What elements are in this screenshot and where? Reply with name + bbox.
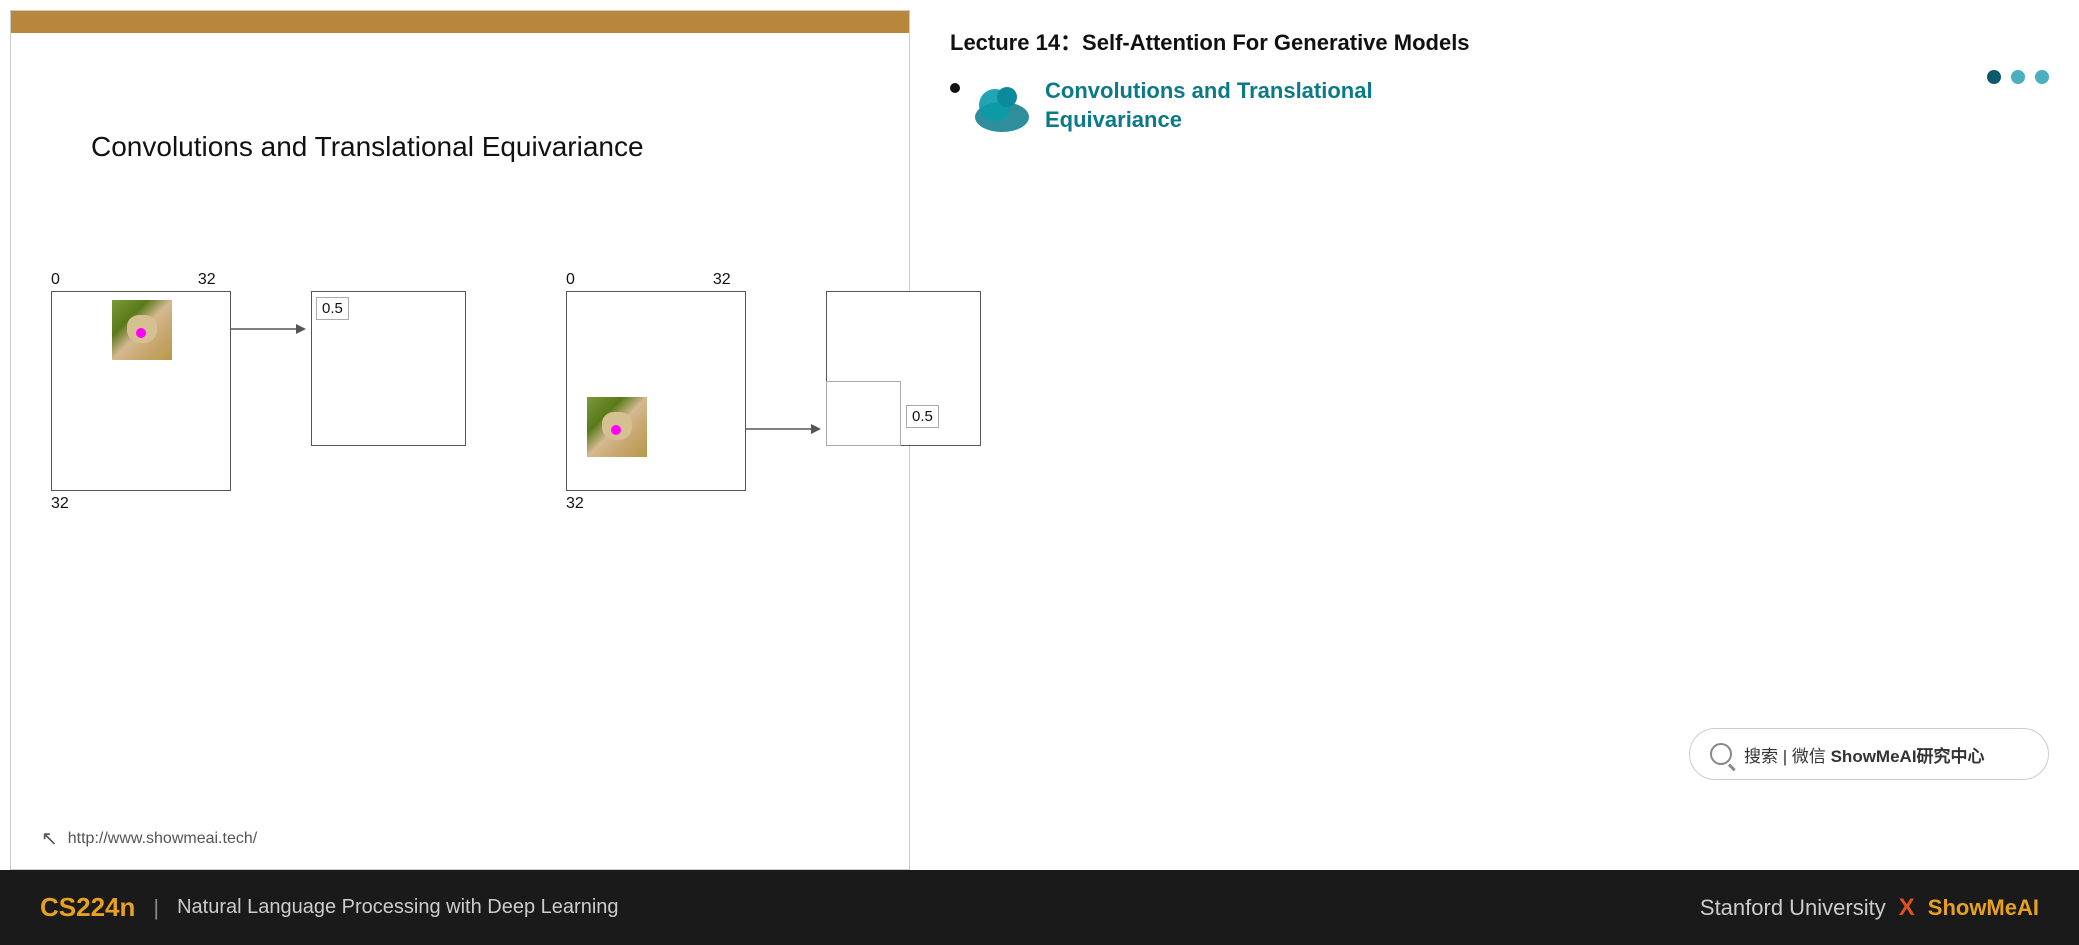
diagram2-labels-top: 0 32 (566, 271, 981, 289)
dog-inner-1 (112, 300, 172, 360)
pink-dot-2 (611, 425, 621, 435)
diagram1-box-left (51, 291, 231, 491)
arrow-svg-1 (231, 309, 311, 349)
bottom-right: Stanford University X ShowMeAI (1700, 894, 2039, 922)
diagram1-label-32-bottom: 32 (51, 495, 466, 513)
diagram1-value: 0.5 (316, 297, 349, 320)
right-panel: Lecture 14：Self-Attention For Generative… (920, 0, 2079, 870)
search-text: 搜索 | 微信 ShowMeAI研究中心 (1744, 742, 1985, 767)
toc-label-text: Convolutions and TranslationalEquivarian… (1045, 78, 1373, 132)
search-icon-handle (1728, 763, 1735, 770)
toc-item: Convolutions and TranslationalEquivarian… (950, 77, 2049, 134)
toc-label: Convolutions and TranslationalEquivarian… (1045, 77, 1373, 134)
diagram2-box-left (566, 291, 746, 491)
diagram2-boxes: 0.5 (566, 291, 981, 491)
bullet-dot (950, 83, 960, 93)
stanford-text: Stanford University (1700, 895, 1886, 921)
diagram-1: 0 32 (51, 271, 466, 513)
dog-inner-2 (587, 397, 647, 457)
slide-area: Convolutions and Translational Equivaria… (10, 10, 910, 870)
course-name: Natural Language Processing with Deep Le… (177, 896, 618, 919)
dog-image-2 (587, 397, 647, 457)
course-code: CS224n (40, 892, 135, 923)
main-content: Convolutions and Translational Equivaria… (0, 0, 2079, 870)
dog-image-1 (112, 300, 172, 360)
diagram2-label-0: 0 (566, 271, 575, 289)
diagram1-label-0: 0 (51, 271, 60, 289)
diagram1-label-32-top: 32 (198, 271, 216, 289)
lecture-title: Lecture 14：Self-Attention For Generative… (950, 25, 2049, 57)
pink-dot-1 (136, 328, 146, 338)
teal-wave-icon (975, 77, 1030, 132)
search-icon (1710, 743, 1732, 765)
footer-url: http://www.showmeai.tech/ (68, 830, 257, 848)
bottom-left: CS224n | Natural Language Processing wit… (40, 892, 619, 923)
separator: | (153, 895, 159, 921)
slide-title: Convolutions and Translational Equivaria… (91, 131, 644, 163)
slide-top-bar (11, 11, 909, 33)
diagram2-small-box (826, 381, 901, 446)
diagram2-label-32-bottom: 32 (566, 495, 981, 513)
search-bold: ShowMeAI研究中心 (1831, 747, 1985, 766)
arrow-svg-2 (746, 409, 826, 449)
nav-dot-1[interactable] (1987, 70, 2001, 84)
diagram1-right-container: 0.5 (311, 291, 466, 446)
x-mark: X (1899, 894, 1915, 922)
slide-footer: ↖ http://www.showmeai.tech/ (41, 826, 257, 851)
cursor-icon: ↖ (41, 826, 58, 851)
diagram-2: 0 32 (566, 271, 981, 513)
nav-dot-3[interactable] (2035, 70, 2049, 84)
showmeai-text: ShowMeAI (1928, 895, 2039, 921)
diagrams-container: 0 32 (51, 271, 981, 513)
diagram2-label-32-top: 32 (713, 271, 731, 289)
diagram1-labels-top: 0 32 (51, 271, 466, 289)
bottom-bar: CS224n | Natural Language Processing wit… (0, 870, 2079, 945)
nav-dot-2[interactable] (2011, 70, 2025, 84)
search-box[interactable]: 搜索 | 微信 ShowMeAI研究中心 (1689, 728, 2049, 780)
diagram1-boxes: 0.5 (51, 291, 466, 491)
nav-dots (1987, 70, 2049, 84)
